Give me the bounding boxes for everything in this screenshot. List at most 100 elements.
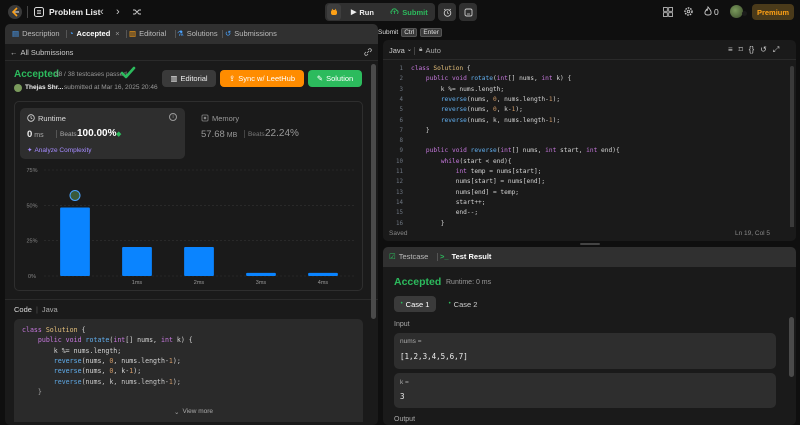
submission-code-line: reverse(nums, 0, k-1);: [53, 367, 142, 376]
line-number: 13: [396, 189, 403, 196]
divider: [5, 299, 378, 300]
editor-code-line: nums[start] = nums[end];: [411, 178, 546, 186]
tab-divider: [222, 30, 223, 38]
tab-divider: [437, 253, 438, 261]
tab-editorial[interactable]: ▥ Editorial: [129, 24, 166, 44]
y-tick-label: 0%: [28, 274, 36, 280]
line-number: 11: [396, 169, 403, 175]
info-icon[interactable]: i: [169, 113, 177, 121]
chart-bar: [184, 247, 214, 276]
tab-submissions[interactable]: ↺ Submissions: [225, 24, 277, 44]
separator: [27, 6, 28, 18]
line-number: 3: [399, 86, 404, 93]
accepted-checkmark-icon: [120, 66, 136, 80]
lock-icon: 🔒︎: [419, 46, 423, 53]
link-icon[interactable]: [363, 47, 373, 57]
saved-status: Saved: [389, 230, 408, 237]
result-panel: ☑ Testcase >_ Test Result Accepted Runtime…: [383, 247, 796, 425]
settings-gear-icon[interactable]: [683, 6, 694, 17]
submitter-name[interactable]: Thejas Shr...: [25, 84, 63, 91]
line-number: 12: [396, 179, 403, 186]
editor-code-line: public void reverse(int[] nums, int star…: [425, 147, 620, 155]
case-2-tab[interactable]: • Case 2: [442, 296, 484, 312]
case-1-tab[interactable]: • Case 1: [394, 296, 436, 312]
chart-bar: [246, 272, 276, 276]
all-submissions-label: All Submissions: [20, 47, 74, 57]
memory-number: 57.68: [201, 129, 225, 140]
left-panel-scrollbar[interactable]: [371, 64, 376, 319]
language-select[interactable]: Java ⌄: [389, 46, 412, 55]
code-block[interactable]: class Solution { public void rotate(int[…: [14, 319, 363, 422]
next-problem-icon[interactable]: ›: [116, 6, 120, 18]
line-number: 9: [399, 148, 404, 155]
avatar[interactable]: [730, 5, 743, 18]
editor-code-line: int temp = nums[start];: [455, 168, 542, 175]
cursor-position: Ln 19, Col 5: [735, 230, 771, 237]
leetcode-logo[interactable]: [8, 5, 22, 19]
editor-scrollbar[interactable]: [790, 66, 794, 230]
play-icon: ▶: [351, 9, 357, 16]
sparkle-icon: ✦: [27, 147, 33, 154]
user-avatar[interactable]: [14, 84, 22, 92]
close-tab-icon[interactable]: ×: [115, 24, 119, 44]
chart-bar: [308, 272, 338, 276]
x-tick-label: 1ms: [132, 280, 143, 286]
result-scrollbar[interactable]: [789, 317, 794, 377]
submit-shortcut-tooltip: Submit Ctrl Enter: [378, 26, 442, 38]
format-icon[interactable]: ≡: [728, 45, 733, 55]
shuffle-icon[interactable]: [132, 7, 142, 17]
flask-icon: ⚗: [177, 29, 184, 38]
sync-leethub-button[interactable]: ⇪ Sync w/ LeetHub: [220, 70, 304, 87]
view-more-button[interactable]: ⌄ View more: [174, 408, 213, 416]
tab-test-result[interactable]: >_ Test Result: [440, 247, 491, 267]
submission-code-line: class Solution {: [22, 326, 86, 334]
memory-value: 57.68 MB: [201, 129, 237, 140]
tab-test-result-label: Test Result: [451, 252, 492, 261]
notes-icon[interactable]: [459, 3, 477, 21]
premium-button[interactable]: Premium: [752, 4, 794, 20]
cloud-upload-icon: [390, 7, 399, 17]
debug-icon[interactable]: [327, 4, 341, 20]
run-button[interactable]: ▶ Run: [344, 4, 381, 20]
auto-mode-toggle[interactable]: 🔒︎ Auto: [419, 46, 441, 55]
reset-icon[interactable]: ↺: [760, 45, 767, 55]
submit-button[interactable]: Submit: [385, 4, 433, 20]
x-tick-label: 4ms: [318, 280, 329, 286]
code-lang-divider: |: [35, 305, 38, 314]
editor-code-line: end--;: [411, 209, 479, 217]
editorial-button[interactable]: ▥ Editorial: [162, 70, 216, 87]
bookmark-icon[interactable]: ⌑: [739, 45, 743, 55]
history-icon: ↺: [225, 29, 232, 38]
line-number: 5: [399, 107, 404, 114]
editor-code-line: }: [411, 126, 430, 134]
user-avatar-marker: [69, 189, 81, 201]
expand-icon[interactable]: ⤢: [773, 45, 779, 55]
tab-solutions[interactable]: ⚗ Solutions: [177, 24, 218, 44]
case-1-label: Case 1: [405, 299, 430, 309]
tab-testcase[interactable]: ☑ Testcase: [389, 247, 428, 267]
fire-streak-icon[interactable]: [704, 5, 712, 17]
analyze-complexity-link[interactable]: ✦ Analyze Complexity: [27, 146, 92, 155]
solution-button[interactable]: ✎ Solution: [308, 70, 362, 87]
all-submissions-link[interactable]: ← All Submissions: [10, 46, 73, 58]
braces-icon[interactable]: {}: [749, 45, 754, 55]
problem-list-link[interactable]: Problem List: [49, 7, 100, 17]
timer-icon[interactable]: [438, 3, 456, 21]
y-tick-label: 75%: [26, 168, 37, 174]
tab-submissions-label: Submissions: [234, 29, 277, 38]
output-label: Output: [394, 416, 416, 423]
editor-code-line: public void rotate(int[] nums, int k) {: [425, 75, 572, 83]
tab-description[interactable]: ▤ Description: [12, 24, 60, 44]
input-k-box: [394, 373, 776, 408]
analyze-complexity-label: Analyze Complexity: [34, 146, 92, 154]
problem-list-icon[interactable]: [34, 7, 44, 17]
memory-label: Memory: [212, 114, 240, 123]
code-editor[interactable]: class Solution { public void rotate(int[…: [411, 64, 786, 240]
prev-problem-icon[interactable]: ‹: [100, 6, 104, 18]
editor-code-line: reverse(nums, 0, k-1);: [440, 106, 523, 114]
tab-accepted[interactable]: ◔ Accepted ×: [69, 24, 120, 44]
horizontal-resize-handle[interactable]: [580, 243, 600, 245]
chart-bar: [122, 247, 152, 276]
editor-code-line: start++;: [411, 198, 486, 206]
layout-grid-icon[interactable]: [663, 7, 673, 17]
